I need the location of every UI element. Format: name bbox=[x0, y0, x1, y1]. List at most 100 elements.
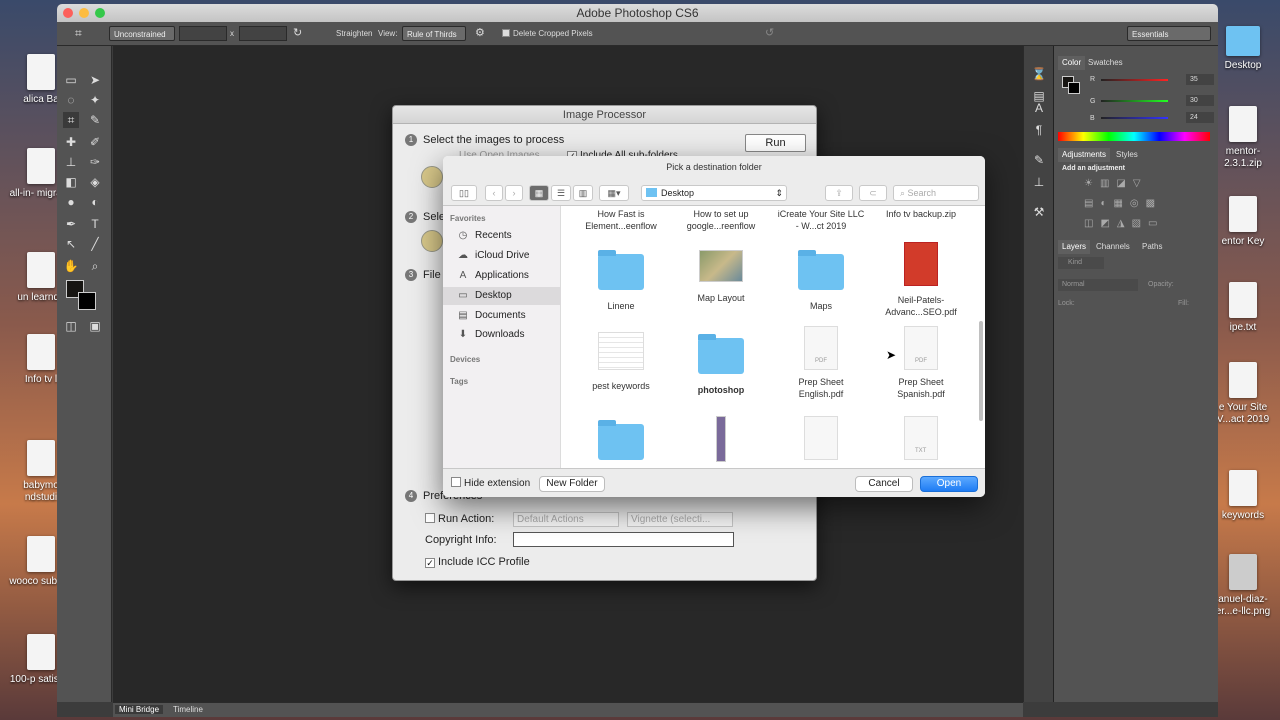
group-by-button[interactable]: ▦▾ bbox=[599, 185, 629, 201]
character-icon[interactable]: A bbox=[1031, 100, 1047, 116]
run-button[interactable]: Run bbox=[745, 134, 806, 152]
file-item[interactable]: Info tv backup.zip bbox=[876, 208, 966, 220]
sidebar-toggle-icon[interactable]: ▯▯ bbox=[451, 185, 477, 201]
hide-extension-checkbox[interactable]: Hide extension bbox=[451, 477, 530, 489]
red-value[interactable]: 35 bbox=[1186, 74, 1214, 85]
tag-icon[interactable]: ⊂ bbox=[859, 185, 887, 201]
delete-cropped-checkbox[interactable]: Delete Cropped Pixels bbox=[502, 26, 593, 41]
brush-tool-icon[interactable]: ✐ bbox=[87, 134, 103, 150]
red-slider[interactable] bbox=[1101, 79, 1168, 81]
sidebar-item-documents[interactable]: ▤ Documents bbox=[443, 307, 561, 325]
share-icon[interactable]: ⇪ bbox=[825, 185, 853, 201]
cancel-button[interactable]: Cancel bbox=[855, 476, 913, 492]
hand-tool-icon[interactable]: ✋ bbox=[63, 258, 79, 274]
file-item[interactable]: PDF Prep Sheet Spanish.pdf bbox=[876, 326, 966, 400]
eyedropper-icon[interactable]: ✎ bbox=[87, 112, 103, 128]
tab-adjustments[interactable]: Adjustments bbox=[1058, 148, 1111, 162]
tab-styles[interactable]: Styles bbox=[1112, 148, 1142, 162]
sidebar-item-applications[interactable]: A Applications bbox=[443, 267, 561, 285]
gear-icon[interactable]: ⚙ bbox=[475, 26, 485, 41]
pen-tool-icon[interactable]: ✒ bbox=[63, 216, 79, 232]
tab-channels[interactable]: Channels bbox=[1092, 240, 1134, 254]
paint-bucket-icon[interactable]: ◈ bbox=[87, 174, 103, 190]
move-tool-icon[interactable]: ➤ bbox=[87, 72, 103, 88]
run-action-checkbox[interactable]: Run Action: bbox=[425, 513, 494, 525]
desktop-file[interactable]: e Your Site V...act 2019 bbox=[1208, 362, 1278, 426]
file-item[interactable]: How Fast is Element...eenflow bbox=[576, 208, 666, 232]
width-field[interactable] bbox=[179, 26, 227, 41]
tab-mini-bridge[interactable]: Mini Bridge bbox=[115, 705, 164, 714]
healing-brush-icon[interactable]: ✚ bbox=[63, 134, 79, 150]
crop-tool-icon[interactable]: ⌗ bbox=[63, 112, 79, 128]
blend-mode-select[interactable]: Normal bbox=[1058, 279, 1138, 291]
lasso-tool-icon[interactable]: ◌ bbox=[63, 92, 79, 108]
blur-tool-icon[interactable]: ● bbox=[63, 194, 79, 210]
sidebar-item-downloads[interactable]: ⬇ Downloads bbox=[443, 326, 561, 344]
path-selection-icon[interactable]: ↖ bbox=[63, 236, 79, 252]
type-tool-icon[interactable]: T bbox=[87, 216, 103, 232]
minimize-button[interactable] bbox=[79, 8, 89, 18]
folder-item[interactable]: Maps bbox=[776, 250, 866, 312]
workspace-select[interactable]: Essentials bbox=[1127, 26, 1211, 41]
close-button[interactable] bbox=[63, 8, 73, 18]
file-item[interactable]: Neil-Patels- Advanc...SEO.pdf bbox=[876, 242, 966, 318]
file-item[interactable]: TXT bbox=[876, 416, 966, 460]
desktop-file[interactable]: anuel-diaz- er...e-llc.png bbox=[1208, 554, 1278, 618]
copyright-input[interactable] bbox=[513, 532, 734, 547]
tab-paths[interactable]: Paths bbox=[1138, 240, 1166, 254]
paragraph-icon[interactable]: ¶ bbox=[1031, 122, 1047, 138]
search-field[interactable]: ⌕ Search bbox=[893, 185, 979, 201]
reset-icon[interactable]: ↺ bbox=[765, 26, 774, 41]
desktop-file[interactable]: entor Key bbox=[1208, 196, 1278, 248]
file-item[interactable]: PDF Prep Sheet English.pdf bbox=[776, 326, 866, 400]
tab-timeline[interactable]: Timeline bbox=[169, 705, 207, 714]
layer-kind-filter[interactable]: Kind bbox=[1058, 257, 1104, 269]
blue-value[interactable]: 24 bbox=[1186, 112, 1214, 123]
magic-wand-icon[interactable]: ✦ bbox=[87, 92, 103, 108]
action-set-select[interactable]: Default Actions bbox=[513, 512, 619, 527]
adjustment-icons-row3[interactable]: ◫◩◮▧▭ bbox=[1084, 218, 1164, 229]
view-select[interactable]: Rule of Thirds bbox=[402, 26, 466, 41]
ratio-select[interactable]: Unconstrained bbox=[109, 26, 175, 41]
file-item[interactable] bbox=[776, 416, 866, 460]
screen-mode-icon[interactable]: ▣ bbox=[87, 318, 103, 334]
zoom-tool-icon[interactable]: ⌕ bbox=[87, 258, 103, 274]
green-slider[interactable] bbox=[1101, 100, 1168, 102]
height-field[interactable] bbox=[239, 26, 287, 41]
desktop-file[interactable]: mentor- 2.3.1.zip bbox=[1208, 106, 1278, 170]
history-icon[interactable]: ⌛ bbox=[1031, 66, 1047, 82]
rotate-icon[interactable]: ↻ bbox=[293, 26, 302, 41]
file-item[interactable]: Map Layout bbox=[676, 250, 766, 304]
background-color-swatch[interactable] bbox=[1068, 82, 1080, 94]
location-popup[interactable]: Desktop ⇕ bbox=[641, 185, 787, 201]
straighten-button[interactable]: Straighten bbox=[336, 26, 372, 41]
file-item[interactable] bbox=[676, 416, 766, 462]
tab-color[interactable]: Color bbox=[1058, 56, 1086, 70]
marquee-tool-icon[interactable]: ▭ bbox=[63, 72, 79, 88]
desktop-file[interactable]: ipe.txt bbox=[1208, 282, 1278, 334]
dodge-tool-icon[interactable]: ◐ bbox=[87, 194, 103, 210]
folder-item[interactable]: photoshop bbox=[676, 332, 766, 396]
color-spectrum[interactable] bbox=[1058, 132, 1210, 141]
list-view-button[interactable]: ☰ bbox=[551, 185, 571, 201]
sidebar-item-icloud[interactable]: ☁ iCloud Drive bbox=[443, 247, 561, 265]
line-tool-icon[interactable]: ╱ bbox=[87, 236, 103, 252]
tab-swatches[interactable]: Swatches bbox=[1084, 56, 1127, 70]
icon-view-button[interactable]: ▦ bbox=[529, 185, 549, 201]
scrollbar[interactable] bbox=[979, 321, 983, 421]
green-value[interactable]: 30 bbox=[1186, 95, 1214, 106]
eraser-icon[interactable]: ◧ bbox=[63, 174, 79, 190]
tool-presets-icon[interactable]: ⚒ bbox=[1031, 204, 1047, 220]
background-color-swatch[interactable] bbox=[78, 292, 96, 310]
file-item[interactable]: pest keywords bbox=[576, 332, 666, 392]
forward-button[interactable]: › bbox=[505, 185, 523, 201]
folder-item[interactable] bbox=[576, 420, 666, 460]
back-button[interactable]: ‹ bbox=[485, 185, 503, 201]
folder-item[interactable]: Linene bbox=[576, 250, 666, 312]
column-view-button[interactable]: ▥ bbox=[573, 185, 593, 201]
quick-mask-icon[interactable]: ◫ bbox=[63, 318, 79, 334]
file-item[interactable]: How to set up google...reenflow bbox=[676, 208, 766, 232]
open-button[interactable]: Open bbox=[920, 476, 978, 492]
tab-layers[interactable]: Layers bbox=[1058, 240, 1091, 254]
new-folder-button[interactable]: New Folder bbox=[539, 476, 605, 492]
